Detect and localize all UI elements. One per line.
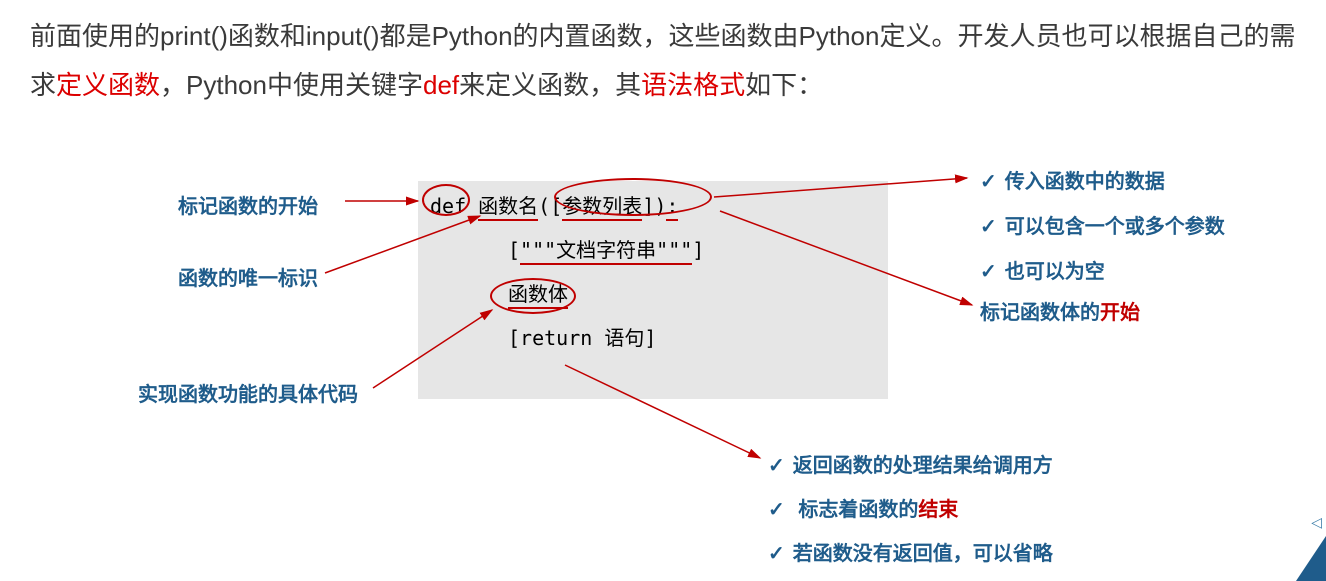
code-ret-txt: 语句 (592, 326, 644, 350)
check-return-end: 标志着函数的结束 (768, 493, 958, 522)
intro-red-1: 定义函数 (56, 70, 160, 100)
code-doc-q1: """ (520, 238, 556, 262)
body-start-red: 开始 (1100, 302, 1140, 324)
check-return-omit: 若函数没有返回值，可以省略 (768, 537, 1053, 566)
body-start-pre: 标记函数体的 (980, 302, 1100, 324)
code-ret-l: [ (508, 326, 520, 350)
intro-red-3: 语法格式 (641, 70, 745, 100)
code-doc-txt: 文档字符串 (556, 238, 656, 262)
check-param-multi: 可以包含一个或多个参数 (980, 210, 1225, 239)
check-param-empty: 也可以为空 (980, 255, 1105, 284)
code-doc-r: ] (692, 238, 704, 262)
annotation-def-start: 标记函数的开始 (178, 190, 318, 219)
annotation-body-start: 标记函数体的开始 (980, 296, 1140, 325)
code-doc-l: [ (508, 238, 520, 262)
code-funcname: 函数名 (478, 194, 538, 221)
code-ret-kw: return (520, 326, 592, 350)
code-lp: ( (538, 194, 550, 218)
return-end-red: 结束 (918, 499, 958, 521)
code-line-4: [return 语句] (430, 323, 876, 353)
ellipse-def (422, 184, 470, 216)
check-return-result: 返回函数的处理结果给调用方 (768, 449, 1053, 478)
intro-paragraph: 前面使用的print()函数和input()都是Python的内置函数，这些函数… (0, 0, 1326, 111)
return-end-pre: 标志着函数的 (798, 499, 918, 521)
intro-text-1b: ，Python中使用关键字 (160, 70, 423, 100)
code-line-2: ["""文档字符串"""] (430, 235, 876, 265)
code-ret-r: ] (644, 326, 656, 350)
corner-decoration (1296, 536, 1326, 581)
annotation-body-code: 实现函数功能的具体代码 (138, 378, 358, 407)
ellipse-params (554, 178, 712, 216)
ellipse-body (490, 278, 576, 314)
check-param-data: 传入函数中的数据 (980, 165, 1165, 194)
intro-red-2: def (423, 70, 459, 100)
corner-triangle-icon: ◁ (1311, 514, 1322, 531)
code-doc-q2: """ (656, 238, 692, 262)
intro-text-1c: 来定义函数，其 (459, 70, 641, 100)
annotation-unique-id: 函数的唯一标识 (178, 262, 318, 291)
intro-text-1d: 如下： (745, 70, 823, 100)
